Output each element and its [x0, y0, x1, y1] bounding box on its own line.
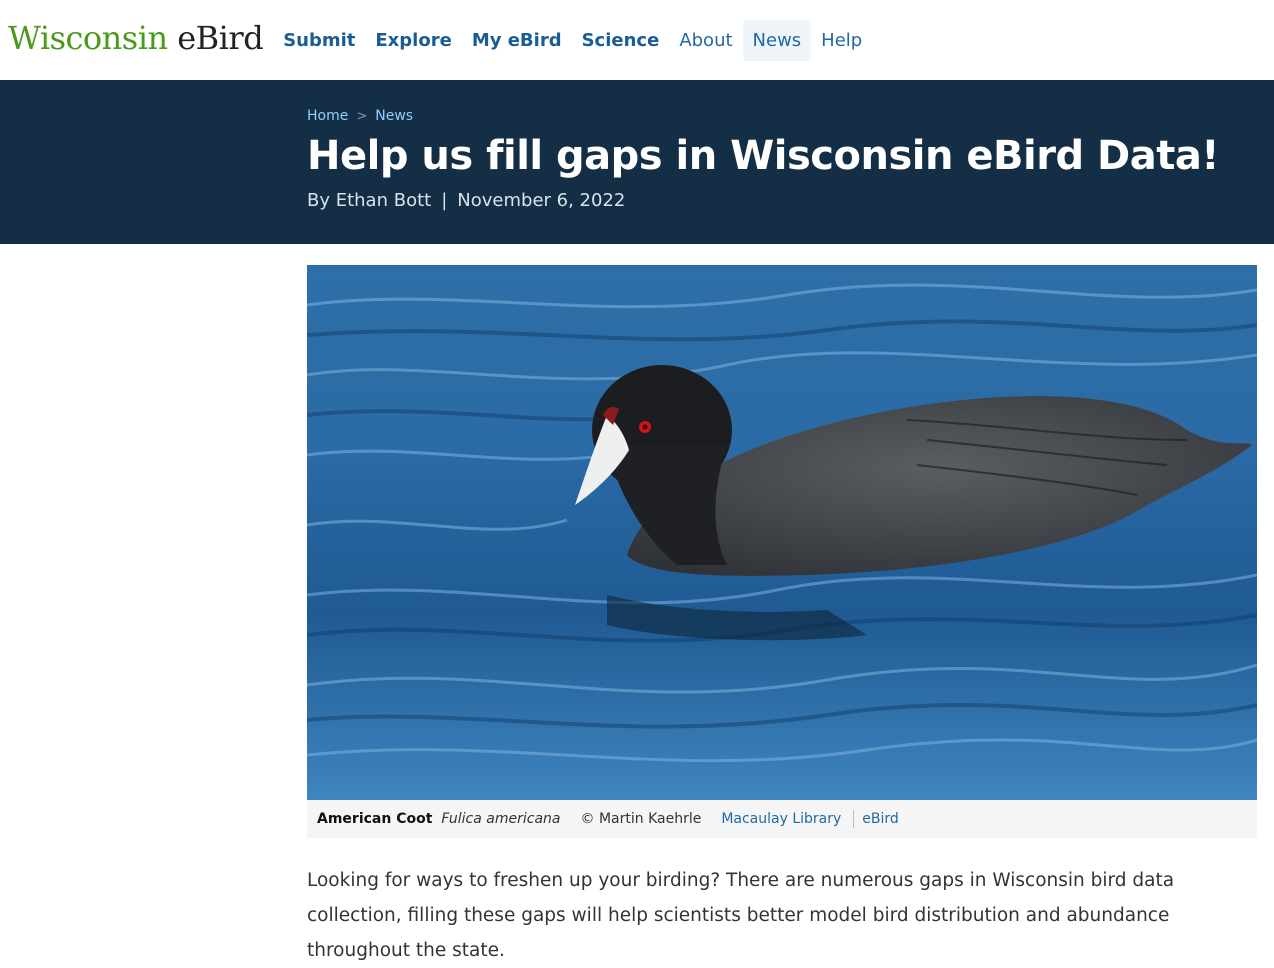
byline: By Ethan Bott | November 6, 2022: [307, 190, 1234, 211]
nav-submit[interactable]: Submit: [273, 20, 365, 61]
breadcrumb-separator: >: [356, 108, 368, 124]
logo-brand: eBird: [177, 19, 264, 57]
article-figure: American Coot Fulica americana © Martin …: [307, 265, 1257, 838]
photo-caption: American Coot Fulica americana © Martin …: [307, 800, 1257, 838]
breadcrumb-news[interactable]: News: [375, 108, 413, 124]
breadcrumb: Home > News: [307, 108, 1234, 124]
bird-photo[interactable]: [307, 265, 1257, 800]
breadcrumb-home[interactable]: Home: [307, 108, 348, 124]
ebird-link[interactable]: eBird: [862, 811, 899, 827]
site-logo[interactable]: Wisconsin eBird: [8, 19, 264, 57]
species-common-name: American Coot: [317, 811, 433, 827]
nav-explore[interactable]: Explore: [365, 20, 461, 61]
top-navigation: Wisconsin eBird Submit Explore My eBird …: [0, 0, 1274, 80]
nav-about[interactable]: About: [669, 20, 742, 61]
byline-separator: |: [441, 190, 448, 211]
article-body: Looking for ways to freshen up your bird…: [307, 863, 1247, 968]
article-header: Home > News Help us fill gaps in Wiscons…: [0, 80, 1274, 244]
macaulay-library-link[interactable]: Macaulay Library: [721, 811, 841, 827]
byline-date: November 6, 2022: [457, 190, 626, 211]
caption-divider: [853, 810, 855, 828]
nav-science[interactable]: Science: [572, 20, 670, 61]
species-scientific-name: Fulica americana: [441, 811, 561, 827]
nav-my-ebird[interactable]: My eBird: [462, 20, 572, 61]
byline-author: By Ethan Bott: [307, 190, 432, 211]
main-nav: Submit Explore My eBird Science About Ne…: [273, 19, 872, 61]
intro-paragraph: Looking for ways to freshen up your bird…: [307, 870, 1175, 961]
photo-credit: © Martin Kaehrle: [580, 811, 702, 827]
nav-news[interactable]: News: [742, 19, 812, 61]
logo-state: Wisconsin: [8, 19, 168, 57]
page-title: Help us fill gaps in Wisconsin eBird Dat…: [307, 133, 1220, 179]
nav-help[interactable]: Help: [811, 20, 872, 61]
